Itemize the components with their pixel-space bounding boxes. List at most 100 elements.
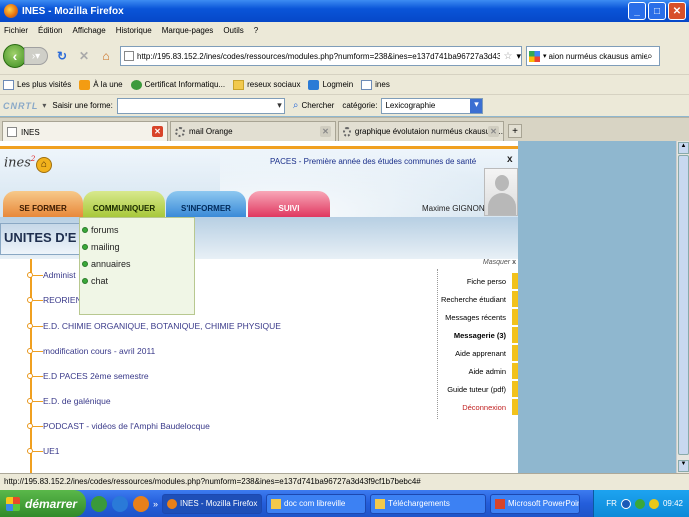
panel-deconnexion[interactable]: Déconnexion — [462, 399, 518, 415]
unit-item[interactable]: E.D PACES 2ème semestre — [27, 370, 149, 382]
taskbar-firefox[interactable]: INES - Mozilla Firefox — [162, 493, 263, 514]
menu-edition[interactable]: Édition — [38, 26, 62, 35]
close-icon[interactable]: x — [507, 154, 513, 165]
close-tab-icon[interactable]: ✕ — [488, 126, 499, 137]
forward-button[interactable]: ›▾ — [24, 47, 48, 65]
url-dropdown-icon[interactable]: ▾ — [516, 51, 521, 62]
scroll-up-icon[interactable]: ▲ — [678, 142, 689, 154]
bookmark-reseux-sociaux[interactable]: reseux sociaux — [233, 79, 300, 90]
taskbar-powerpoint[interactable]: Microsoft PowerPoint ... — [490, 493, 581, 514]
tab-se-former[interactable]: SE FORMER — [3, 191, 83, 217]
search-box[interactable]: ▾ aion nurméus ckausus amiens ⌕ — [526, 46, 660, 66]
stop-icon[interactable]: ✕ — [76, 48, 92, 64]
scroll-thumb[interactable] — [678, 155, 689, 455]
unit-item[interactable]: E.D. de galénique — [27, 395, 111, 407]
language-indicator[interactable]: FR — [606, 499, 617, 508]
windows-icon — [6, 496, 20, 511]
bookmark-star-icon[interactable]: ☆ — [504, 51, 513, 62]
tab-sinformer[interactable]: S'INFORMER — [166, 191, 246, 217]
tab-mail-orange[interactable]: mail Orange ✕ — [170, 121, 336, 141]
cnrtl-dropdown-icon[interactable]: ▾ — [42, 101, 46, 110]
tab-communiquer[interactable]: COMMUNIQUER — [83, 191, 165, 217]
maximize-button[interactable]: □ — [648, 2, 666, 20]
unit-item[interactable]: UE1 — [27, 445, 60, 457]
panel-aide-apprenant[interactable]: Aide apprenant — [455, 345, 518, 361]
category-select[interactable]: Lexicographie — [381, 97, 484, 114]
communiquer-menu: forums mailing annuaires chat — [79, 217, 195, 315]
google-icon[interactable] — [529, 50, 540, 62]
close-tab-icon[interactable]: ✕ — [152, 126, 163, 137]
powerpoint-icon — [495, 498, 506, 509]
page-favicon — [124, 51, 134, 61]
tab-graphique[interactable]: graphique évolutaion nurméus ckausus ...… — [338, 121, 504, 141]
menu-fichier[interactable]: Fichier — [4, 26, 28, 35]
tab-suivi[interactable]: SUIVI — [248, 191, 330, 217]
panel-messages-recents[interactable]: Messages récents — [445, 309, 518, 325]
menu-historique[interactable]: Historique — [116, 26, 152, 35]
bookmark-most-visited[interactable]: Les plus visités — [3, 79, 71, 90]
unit-item[interactable]: Administ — [27, 269, 76, 281]
bullet-icon — [82, 260, 88, 267]
form-input[interactable] — [116, 97, 285, 114]
menu-item-forums[interactable]: forums — [80, 221, 194, 238]
new-tab-button[interactable]: + — [508, 124, 522, 138]
status-bar: http://195.83.152.2/ines/codes/ressource… — [0, 473, 689, 490]
bookmark-ines[interactable]: ines — [361, 79, 390, 90]
scrollbar[interactable]: ▲ ▼ — [676, 141, 689, 473]
hide-panel-button[interactable]: Masquer x — [483, 259, 516, 266]
start-button[interactable]: démarrer — [0, 490, 86, 517]
page-background — [518, 141, 689, 473]
panel-aide-admin[interactable]: Aide admin — [468, 363, 518, 379]
title-bar: INES - Mozilla Firefox _ □ ✕ — [0, 0, 689, 22]
unit-tree-line — [30, 259, 32, 473]
url-bar[interactable]: http://195.83.152.2/ines/codes/ressource… — [120, 46, 522, 66]
bookmark-headlines[interactable]: À la une — [79, 79, 123, 90]
scroll-down-icon[interactable]: ▼ — [678, 460, 689, 472]
menu-help[interactable]: ? — [254, 26, 258, 35]
menu-outils[interactable]: Outils — [223, 26, 243, 35]
unit-item[interactable]: PODCAST - vidéos de l'Amphi Baudelocque — [27, 420, 210, 432]
engine-dropdown-icon[interactable]: ▾ — [543, 52, 547, 60]
menu-item-annuaires[interactable]: annuaires — [80, 255, 194, 272]
ie-icon[interactable] — [112, 495, 128, 512]
folder-icon — [375, 498, 386, 509]
certificate-icon — [130, 79, 142, 90]
bookmark-certificat[interactable]: Certificat Informatiqu... — [130, 79, 225, 90]
minimize-button[interactable]: _ — [628, 2, 646, 20]
tray-icon[interactable] — [648, 498, 659, 509]
ines-logo: ines2 — [4, 155, 36, 171]
more-icon[interactable]: » — [153, 499, 158, 509]
quicklaunch-icon[interactable] — [91, 495, 107, 512]
home-icon[interactable]: ⌂ — [98, 48, 114, 64]
page-icon — [361, 79, 373, 90]
menu-item-chat[interactable]: chat — [80, 272, 194, 289]
close-window-button[interactable]: ✕ — [668, 2, 686, 20]
window-title: INES - Mozilla Firefox — [22, 5, 124, 17]
reload-icon[interactable]: ↻ — [54, 48, 70, 64]
logmein-icon — [308, 79, 320, 90]
bookmark-logmein[interactable]: Logmein — [308, 79, 353, 90]
firefox-icon[interactable] — [133, 495, 149, 512]
tab-strip: INES ✕ mail Orange ✕ graphique évolutaio… — [0, 117, 689, 142]
home-icon[interactable]: ⌂ — [36, 157, 52, 173]
taskbar-telechargements[interactable]: Téléchargements — [370, 493, 487, 514]
close-tab-icon[interactable]: ✕ — [320, 126, 331, 137]
unit-item[interactable]: E.D. CHIMIE ORGANIQUE, BOTANIQUE, CHIMIE… — [27, 320, 281, 332]
taskbar-doc-libreville[interactable]: doc com libreville — [266, 493, 367, 514]
panel-recherche-etudiant[interactable]: Recherche étudiant — [441, 291, 518, 307]
tab-ines[interactable]: INES ✕ — [2, 121, 168, 142]
system-tray: FR 09:42 — [593, 490, 689, 517]
unit-item[interactable]: modification cours - avril 2011 — [27, 345, 155, 357]
network-icon[interactable] — [634, 498, 645, 509]
menu-affichage[interactable]: Affichage — [72, 26, 105, 35]
bluetooth-icon[interactable] — [620, 498, 631, 509]
search-button[interactable]: ⌕ Chercher — [293, 100, 335, 111]
panel-messagerie[interactable]: Messagerie (3) — [454, 327, 518, 343]
clock: 09:42 — [662, 499, 683, 508]
search-icon[interactable]: ⌕ — [647, 51, 659, 62]
panel-guide-tuteur[interactable]: Guide tuteur (pdf) — [447, 381, 518, 397]
menu-marque-pages[interactable]: Marque-pages — [162, 26, 214, 35]
panel-fiche-perso[interactable]: Fiche perso — [467, 273, 518, 289]
menu-item-mailing[interactable]: mailing — [80, 238, 194, 255]
cnrtl-toolbar: CNRTL ▾ Saisir une forme: ⌕ Chercher cat… — [0, 94, 689, 116]
